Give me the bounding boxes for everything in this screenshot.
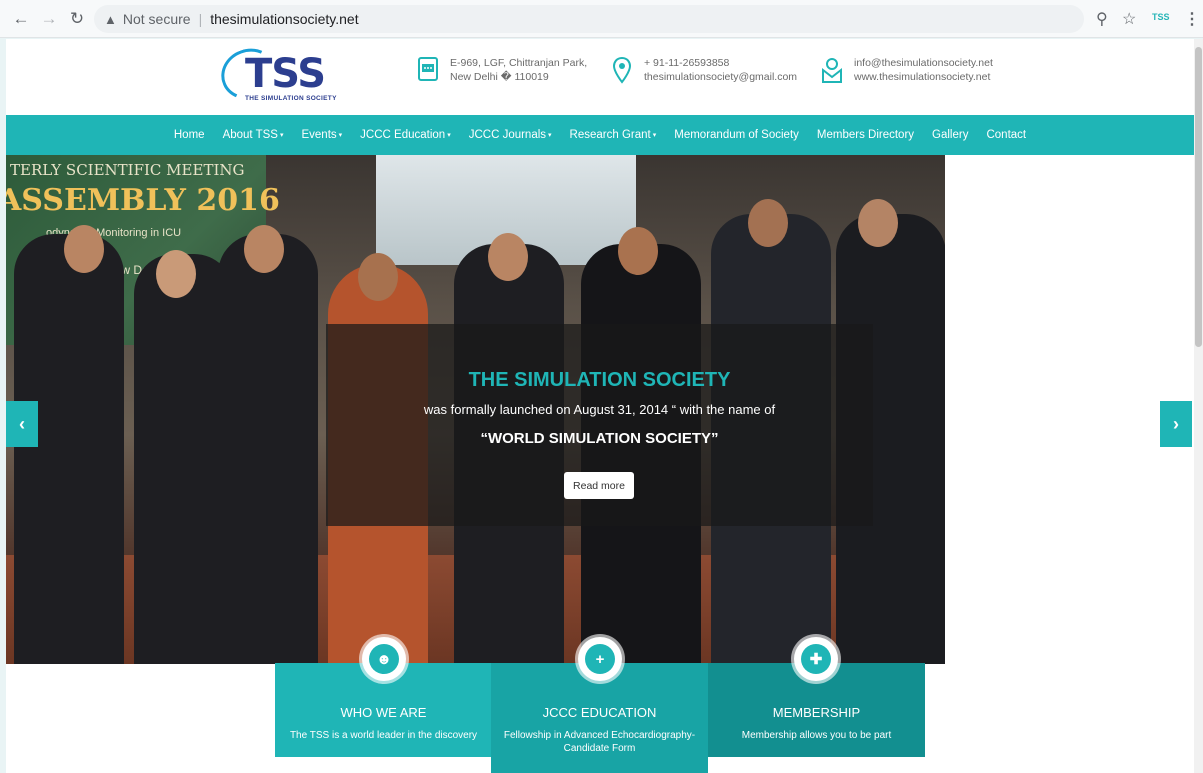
scrollbar-thumb[interactable] (1195, 47, 1202, 347)
logo-tagline: THE SIMULATION SOCIETY (245, 95, 337, 102)
url-separator: | (198, 11, 203, 27)
mail-icon (820, 56, 844, 84)
address-block: E-969, LGF, Chittranjan Park, New Delhi … (416, 56, 587, 84)
people-icon: ☻ (362, 637, 406, 681)
warning-icon: ▲ (104, 11, 117, 27)
caret-down-icon: ▾ (652, 132, 657, 139)
url-text: thesimulationsociety.net (210, 11, 359, 27)
nav-item-label: Memorandum of Society (674, 129, 799, 141)
logo-letters: TSS (245, 51, 326, 97)
caption-name: “WORLD SIMULATION SOCIETY” (480, 430, 719, 447)
email-block: info@thesimulationsociety.net www.thesim… (820, 56, 993, 84)
nav-item-about-tss[interactable]: About TSS ▾ (223, 129, 284, 141)
slider-next-button[interactable]: › (1160, 401, 1192, 447)
feature-title: JCCC EDUCATION (542, 705, 657, 720)
zoom-icon[interactable]: ⚲ (1096, 9, 1108, 29)
person-head (618, 227, 658, 275)
main-nav: Home About TSS ▾ Events ▾ JCCC Education ▾ JCCC… (6, 115, 1194, 155)
address-line-2: New Delhi � 110019 (450, 71, 549, 83)
person-head (488, 233, 528, 281)
nav-item-gallery[interactable]: Gallery (932, 129, 968, 141)
read-more-button[interactable]: Read more (564, 472, 634, 499)
nav-item-jccc-education[interactable]: JCCC Education ▾ (360, 129, 451, 141)
banner-text-1: TERLY SCIENTIFIC MEETING (10, 161, 245, 179)
nav-item-label: Events (301, 129, 337, 141)
menu-kebab-icon[interactable]: ⋮ (1184, 9, 1200, 29)
nav-item-label: Gallery (932, 129, 969, 141)
nav-item-events[interactable]: Events ▾ (301, 129, 342, 141)
caret-down-icon: ▾ (447, 132, 451, 139)
person-head (156, 250, 196, 298)
nav-item-label: Research Grant (569, 129, 651, 141)
nav-item-label: Contact (986, 129, 1027, 141)
web-page: TSS THE SIMULATION SOCIETY E-969, LGF, C… (6, 39, 1194, 773)
add-user-icon: ✚ (794, 637, 838, 681)
person-silhouette (14, 234, 124, 664)
caption-subtitle: was formally launched on August 31, 2014… (423, 402, 776, 417)
feature-desc: Membership allows you to be part (741, 730, 892, 741)
nav-item-label: Members Directory (816, 129, 915, 141)
chat-icon (416, 56, 440, 84)
location-plus-icon: + (578, 637, 622, 681)
nav-item-memorandum-of-society[interactable]: Memorandum of Society (674, 129, 799, 141)
caret-down-icon: ▾ (338, 132, 343, 139)
person-head (748, 199, 788, 247)
phone-number[interactable]: + 91-11-26593858 (644, 56, 797, 70)
nav-item-members-directory[interactable]: Members Directory (817, 129, 914, 141)
info-email[interactable]: info@thesimulationsociety.net (854, 56, 993, 70)
map-pin-icon (610, 56, 634, 84)
nav-item-jccc-journals[interactable]: JCCC Journals ▾ (469, 129, 552, 141)
person-head (358, 253, 398, 301)
address-bar[interactable]: ▲ Not secure | thesimulationsociety.net (94, 5, 1084, 33)
person-head (244, 225, 284, 273)
caret-down-icon: ▾ (548, 132, 552, 139)
reload-icon[interactable]: ↻ (66, 8, 88, 30)
page-scrollbar[interactable] (1194, 39, 1203, 773)
security-label: Not secure (122, 11, 191, 27)
person-head (64, 225, 104, 273)
back-icon[interactable]: ← (10, 8, 32, 30)
person-silhouette (218, 234, 318, 664)
feature-title: WHO WE ARE (340, 705, 427, 720)
feature-title: MEMBERSHIP (772, 705, 861, 720)
slider-prev-button[interactable]: ‹ (6, 401, 38, 447)
person-head (858, 199, 898, 247)
nav-item-label: Home (173, 129, 205, 141)
nav-item-label: About TSS (222, 129, 278, 141)
address-line-1: E-969, LGF, Chittranjan Park, (450, 57, 588, 69)
extension-icon[interactable]: TSS (1152, 12, 1170, 22)
feature-desc: Fellowship in Advanced Echocardiography-… (503, 730, 696, 754)
bookmark-star-icon[interactable]: ☆ (1122, 9, 1136, 29)
nav-item-label: JCCC Journals (468, 129, 547, 141)
nav-item-home[interactable]: Home (174, 129, 205, 141)
nav-item-contact[interactable]: Contact (986, 129, 1026, 141)
caret-down-icon: ▾ (279, 132, 284, 139)
forward-icon[interactable]: → (38, 8, 60, 30)
slide-caption: THE SIMULATION SOCIETY was formally laun… (326, 324, 873, 526)
site-logo[interactable]: TSS THE SIMULATION SOCIETY (214, 40, 361, 108)
nav-item-label: JCCC Education (360, 129, 446, 141)
gmail-address[interactable]: thesimulationsociety@gmail.com (644, 70, 797, 84)
nav-item-research-grant[interactable]: Research Grant ▾ (570, 129, 657, 141)
chevron-right-icon: › (1173, 413, 1179, 434)
banner-text-2: ASSEMBLY 2016 (6, 183, 280, 218)
browser-toolbar: ← → ↻ ▲ Not secure | thesimulationsociet… (0, 0, 1203, 38)
chevron-left-icon: ‹ (19, 413, 25, 434)
caption-title: THE SIMULATION SOCIETY (468, 369, 731, 391)
feature-desc: The TSS is a world leader in the discove… (289, 730, 478, 741)
phone-block: + 91-11-26593858 thesimulationsociety@gm… (610, 56, 797, 84)
website-link[interactable]: www.thesimulationsociety.net (854, 70, 993, 84)
hero-slider: TERLY SCIENTIFIC MEETING ASSEMBLY 2016 o… (6, 155, 945, 664)
